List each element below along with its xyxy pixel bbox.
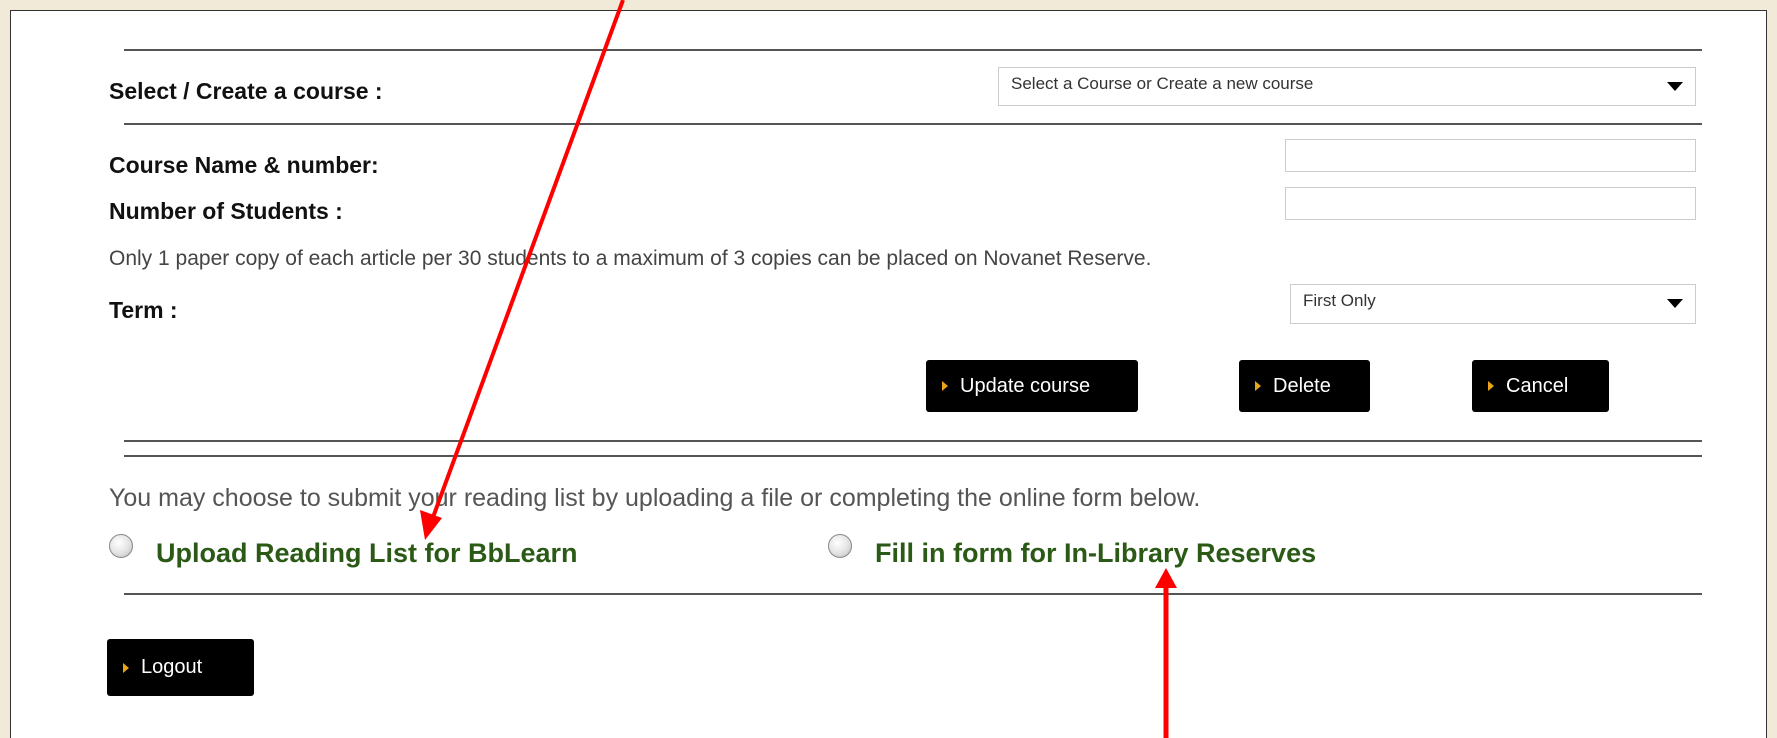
annotation-arrows bbox=[420, 0, 1177, 738]
annotation-arrow-upload bbox=[420, 0, 625, 540]
annotation-arrow-form bbox=[1155, 568, 1177, 738]
